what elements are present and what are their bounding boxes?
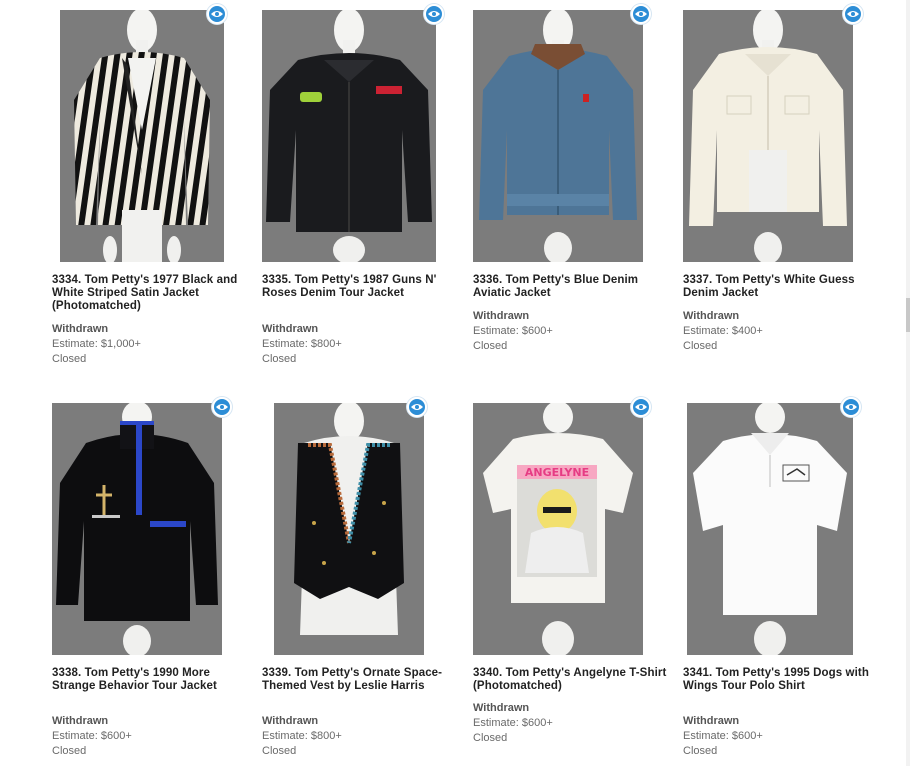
lot-photo[interactable]: ANGELYNE — [473, 403, 643, 655]
lot-title[interactable]: 3337. Tom Petty's White Guess Denim Jack… — [683, 274, 883, 300]
lot-status: Withdrawn — [473, 702, 530, 714]
lot-title[interactable]: 3338. Tom Petty's 1990 More Strange Beha… — [52, 667, 252, 693]
lot-photo[interactable] — [52, 403, 222, 655]
lot-photo[interactable] — [274, 403, 424, 655]
lot-title[interactable]: 3341. Tom Petty's 1995 Dogs with Wings T… — [683, 667, 883, 693]
eye-icon[interactable] — [407, 397, 427, 417]
lot-status: Withdrawn — [683, 310, 740, 322]
eye-icon[interactable] — [841, 397, 861, 417]
eye-icon[interactable] — [207, 4, 227, 24]
lot-state: Closed — [262, 353, 297, 365]
eye-icon[interactable] — [631, 397, 651, 417]
eye-icon[interactable] — [631, 4, 651, 24]
lot-title[interactable]: 3334. Tom Petty's 1977 Black and White S… — [52, 274, 252, 313]
lot-grid-page: 3334. Tom Petty's 1977 Black and White S… — [0, 0, 910, 766]
lot-estimate: Estimate: $600+ — [683, 730, 763, 742]
lot-estimate: Estimate: $800+ — [262, 730, 342, 742]
lot-state: Closed — [473, 340, 508, 352]
lot-state: Closed — [52, 745, 87, 757]
lot-title[interactable]: 3336. Tom Petty's Blue Denim Aviatic Jac… — [473, 274, 673, 300]
lot-status: Withdrawn — [262, 715, 319, 727]
lot-title[interactable]: 3335. Tom Petty's 1987 Guns N' Roses Den… — [262, 274, 462, 300]
lot-estimate: Estimate: $600+ — [473, 717, 553, 729]
lot-estimate: Estimate: $600+ — [473, 325, 553, 337]
lot-photo[interactable] — [262, 10, 436, 262]
lot-photo[interactable] — [683, 10, 853, 262]
lot-estimate: Estimate: $1,000+ — [52, 338, 141, 350]
eye-icon[interactable] — [843, 4, 863, 24]
eye-icon[interactable] — [424, 4, 444, 24]
lot-estimate: Estimate: $600+ — [52, 730, 132, 742]
lot-estimate: Estimate: $400+ — [683, 325, 763, 337]
eye-icon[interactable] — [212, 397, 232, 417]
lot-status: Withdrawn — [473, 310, 530, 322]
lot-state: Closed — [262, 745, 297, 757]
lot-state: Closed — [52, 353, 87, 365]
lot-status: Withdrawn — [683, 715, 740, 727]
lot-status: Withdrawn — [262, 323, 319, 335]
lot-estimate: Estimate: $800+ — [262, 338, 342, 350]
lot-title[interactable]: 3339. Tom Petty's Ornate Space-Themed Ve… — [262, 667, 462, 693]
lot-title[interactable]: 3340. Tom Petty's Angelyne T-Shirt (Phot… — [473, 667, 673, 693]
lot-photo[interactable] — [60, 10, 224, 262]
page-scrollbar[interactable] — [906, 0, 910, 766]
lot-photo[interactable] — [687, 403, 853, 655]
lot-state: Closed — [473, 732, 508, 744]
lot-state: Closed — [683, 340, 718, 352]
lot-status: Withdrawn — [52, 715, 109, 727]
angelyne-print-text: ANGELYNE — [525, 466, 589, 479]
lot-photo[interactable] — [473, 10, 643, 262]
scrollbar-thumb[interactable] — [906, 298, 910, 332]
lot-status: Withdrawn — [52, 323, 109, 335]
lot-state: Closed — [683, 745, 718, 757]
